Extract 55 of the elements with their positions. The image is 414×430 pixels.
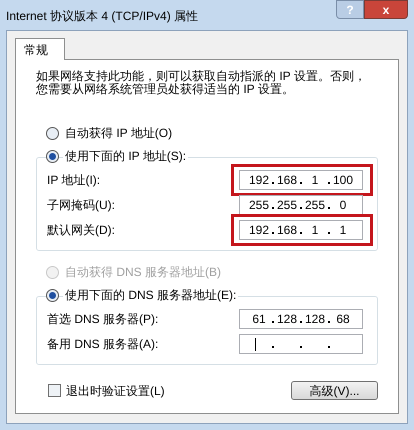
field-label: IP 地址(I): — [47, 172, 100, 189]
octet-text: 128 — [304, 311, 326, 328]
ip-address-field[interactable] — [239, 334, 363, 354]
octet-text: 192 — [248, 172, 270, 189]
dot-separator-icon — [300, 321, 302, 323]
octet-text: 255 — [248, 197, 270, 214]
dot-separator-icon — [300, 207, 302, 209]
dot-separator-icon — [328, 321, 330, 323]
radio-button[interactable] — [46, 126, 59, 140]
description-text: 如果网络支持此功能，则可以获取自动指派的 IP 设置。否则，您需要从网络系统管理员处获得适当的 IP 设置。 — [36, 70, 366, 96]
octet-text: 255 — [304, 197, 326, 214]
radio-button[interactable] — [46, 288, 59, 302]
dot-separator-icon — [300, 346, 302, 348]
dot-separator-icon — [272, 321, 274, 323]
dot-separator-icon — [300, 182, 302, 184]
octet-text: 68 — [335, 311, 351, 328]
octet-text: 1 — [310, 172, 320, 189]
ip-address-field[interactable]: 192 168 1 1 — [239, 220, 363, 240]
ip-address-field[interactable]: 192 168 1 100 — [239, 170, 363, 190]
octet-text: 168 — [276, 172, 298, 189]
dot-separator-icon — [300, 232, 302, 234]
radio-label: 自动获得 DNS 服务器地址(B) — [64, 264, 222, 281]
field-label: 默认网关(D): — [47, 222, 115, 239]
tab[interactable]: 常规 — [15, 38, 65, 60]
field-label: 首选 DNS 服务器(P): — [47, 311, 158, 328]
octet-text: 168 — [276, 222, 298, 239]
dot-separator-icon — [272, 346, 274, 348]
octet-text: 192 — [248, 222, 270, 239]
radio-label: 使用下面的 IP 地址(S): — [63, 147, 188, 165]
dot-separator-icon — [272, 182, 274, 184]
octet-text: 1 — [310, 222, 320, 239]
window-title: Internet 协议版本 4 (TCP/IPv4) 属性 — [6, 8, 198, 25]
field-label: 备用 DNS 服务器(A): — [47, 336, 158, 353]
radio-label: 使用下面的 DNS 服务器地址(E): — [63, 286, 238, 304]
close-button[interactable]: x — [364, 0, 408, 19]
dot-separator-icon — [328, 182, 330, 184]
checkbox-label: 退出时验证设置(L) — [66, 382, 165, 400]
dot-separator-icon — [272, 207, 274, 209]
field-label: 子网掩码(U): — [47, 197, 115, 214]
dot-separator-icon — [328, 346, 330, 348]
advanced-button[interactable]: 高级(V)... — [291, 381, 378, 400]
radio-label: 自动获得 IP 地址(O) — [64, 125, 174, 142]
octet-text: 1 — [338, 222, 348, 239]
octet-text: 255 — [276, 197, 298, 214]
ip-address-field[interactable]: 61 128 128 68 — [239, 309, 363, 329]
checkbox[interactable] — [48, 384, 61, 397]
octet-text: 100 — [332, 172, 354, 189]
dot-separator-icon — [328, 207, 330, 209]
dot-separator-icon — [328, 232, 330, 234]
ip-address-field[interactable]: 255 255 255 0 — [239, 195, 363, 215]
radio-button[interactable] — [46, 150, 59, 162]
octet-text: 61 — [251, 311, 267, 328]
dot-separator-icon — [272, 232, 274, 234]
octet-text: 128 — [276, 311, 298, 328]
octet-text: 0 — [338, 197, 348, 214]
